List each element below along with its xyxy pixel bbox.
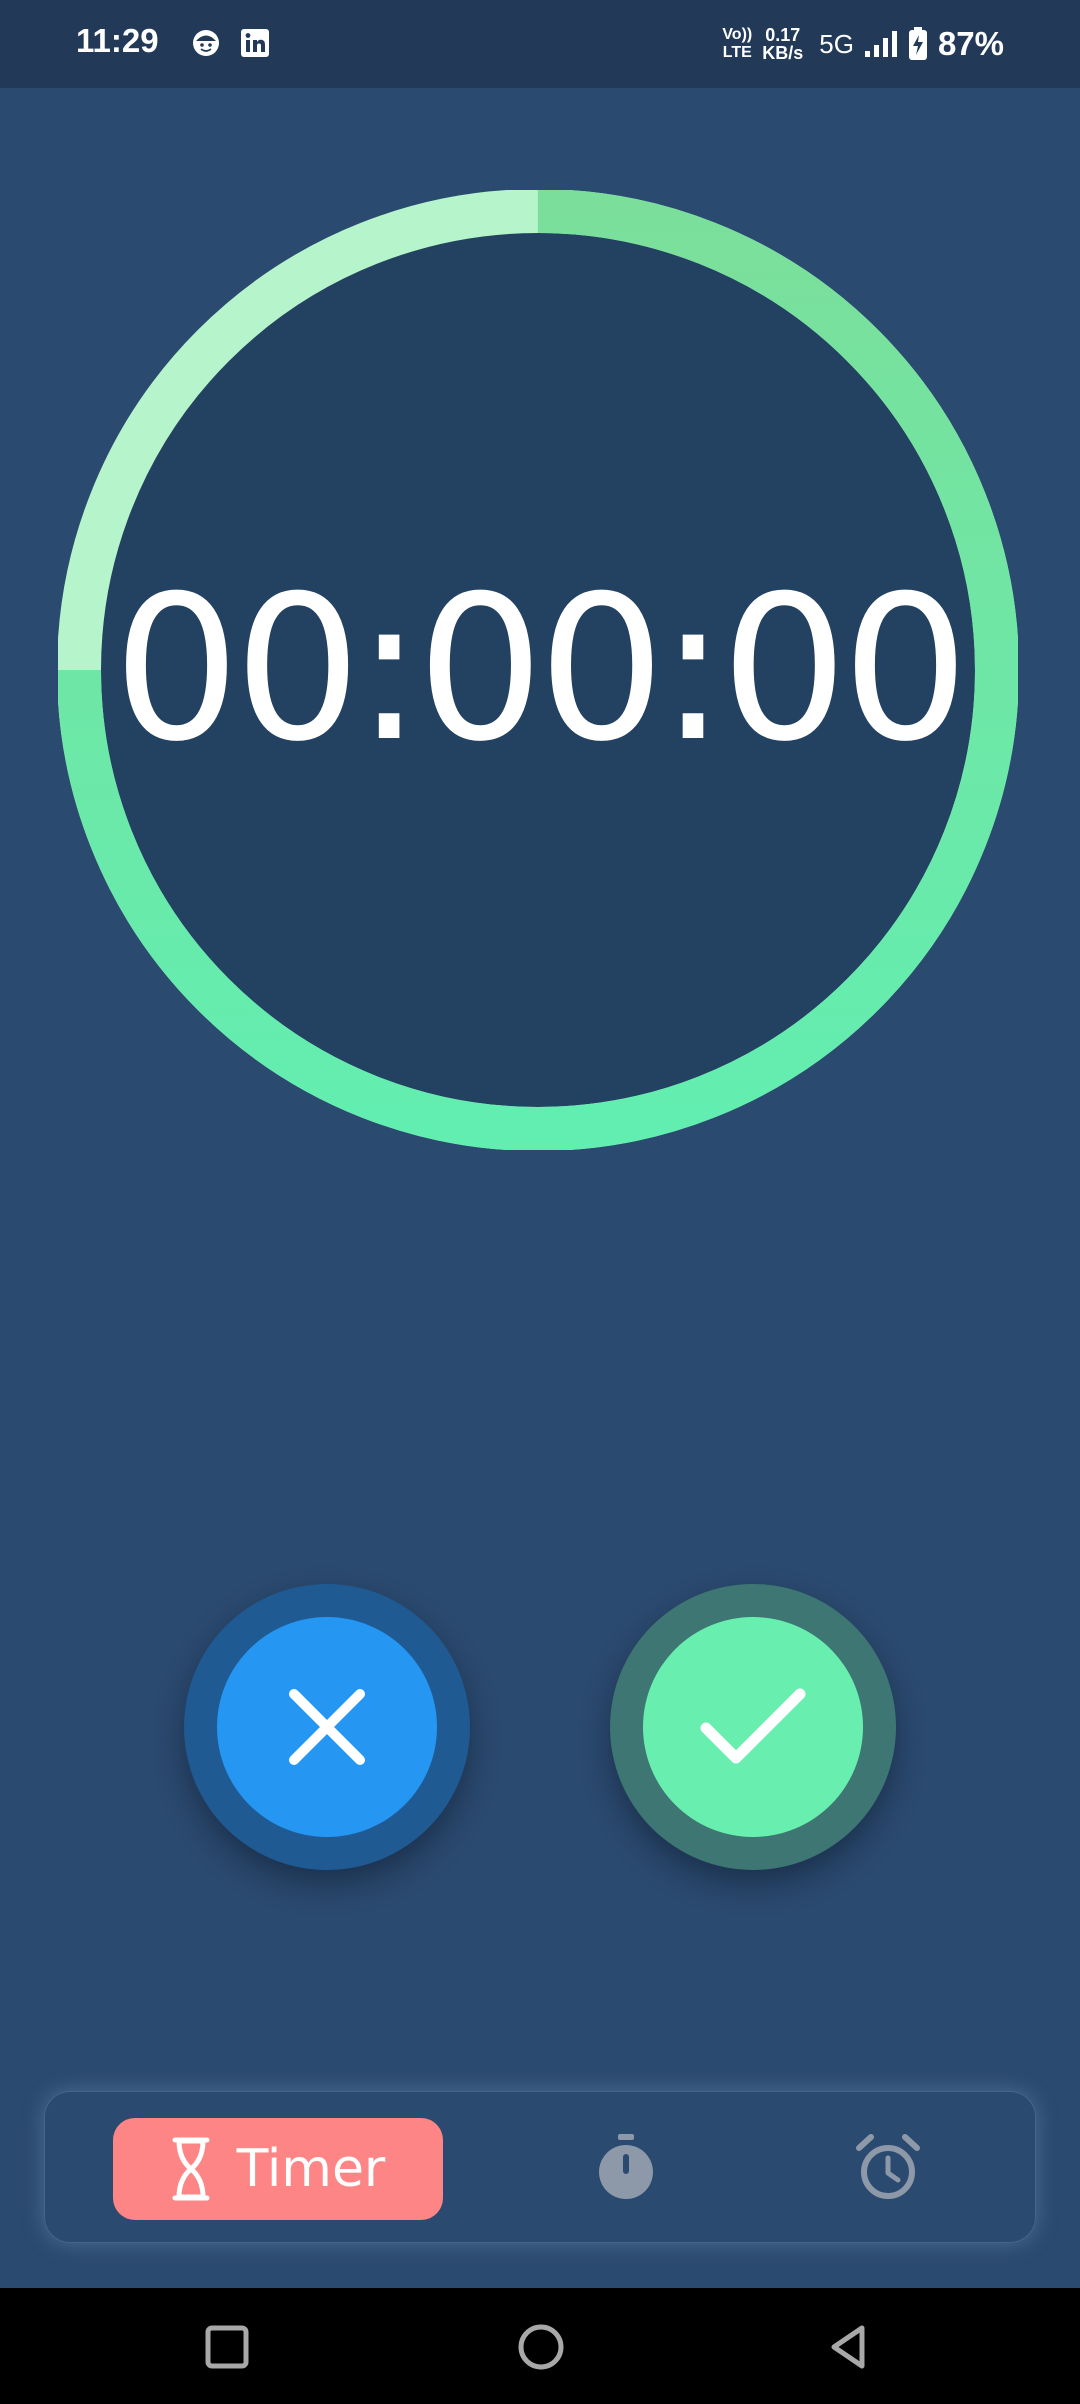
signal-icon: [864, 31, 897, 57]
battery-percent: 87%: [937, 25, 1004, 62]
face-app-icon: [193, 30, 219, 56]
tab-timer[interactable]: Timer: [113, 2118, 443, 2220]
battery-charging-icon: [908, 27, 927, 60]
system-nav-bar: [0, 2288, 1080, 2404]
close-icon: [289, 1689, 365, 1765]
timer-display: 00:00:00: [112, 553, 969, 786]
alarm-clock-icon[interactable]: [853, 2132, 923, 2202]
volte-bottom: LTE: [722, 44, 752, 61]
hourglass-icon: [172, 2137, 210, 2201]
status-indicators: Vo)) LTE 0.17 KB/s 5G 87%: [722, 22, 1004, 66]
volte-indicator: Vo)) LTE: [722, 26, 752, 62]
network-type: 5G: [819, 28, 854, 59]
status-bar: 11:29 Vo)) LTE 0.17 KB/s 5G 87%: [0, 0, 1080, 88]
confirm-button-face: [643, 1617, 863, 1837]
home-icon[interactable]: [514, 2320, 568, 2374]
volte-top: Vo)): [722, 26, 753, 43]
speed-value: 0.17: [765, 25, 801, 45]
speed-unit: KB/s: [762, 43, 804, 63]
status-time: 11:29: [76, 22, 159, 59]
back-icon[interactable]: [822, 2320, 876, 2374]
recents-icon[interactable]: [200, 2320, 254, 2374]
tab-timer-label: Timer: [236, 2139, 386, 2199]
cancel-button-face: [217, 1617, 437, 1837]
cancel-button[interactable]: [184, 1584, 470, 1870]
network-speed: 0.17 KB/s: [762, 26, 803, 62]
bottom-nav: Timer: [44, 2091, 1036, 2243]
linkedin-icon: [241, 29, 269, 57]
confirm-button[interactable]: [610, 1584, 896, 1870]
stopwatch-icon[interactable]: [591, 2132, 661, 2202]
check-icon: [700, 1688, 806, 1764]
